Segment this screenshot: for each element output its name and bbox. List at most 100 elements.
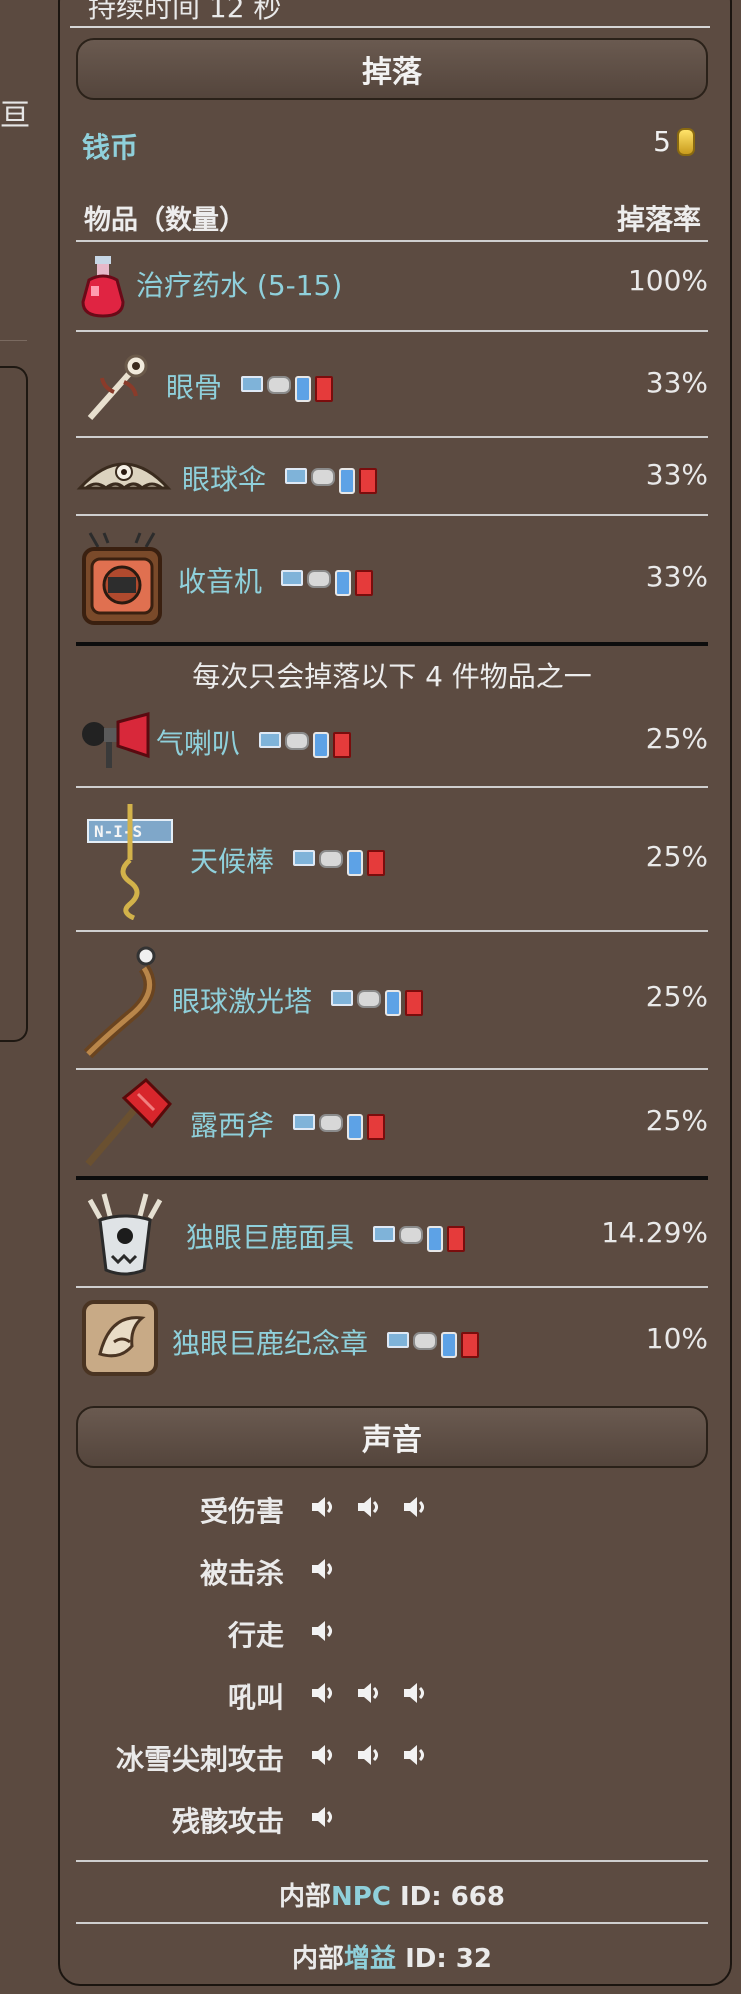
item-name-with-badges[interactable]: 气喇叭 [156, 722, 351, 762]
item-name-with-badges[interactable]: 收音机 [178, 560, 373, 600]
drop-rate: 25% [645, 1104, 708, 1137]
desktop-platform-icon [292, 1114, 315, 1130]
3ds-platform-icon [332, 732, 351, 758]
group-divider [76, 642, 708, 646]
console-platform-icon [412, 1332, 437, 1350]
speaker-play-icon[interactable] [400, 1740, 430, 1770]
sound-buttons [308, 1740, 430, 1770]
speaker-play-icon[interactable] [308, 1616, 338, 1646]
speaker-play-icon[interactable] [308, 1802, 338, 1832]
drop-row-radio[interactable]: 收音机 33% [76, 516, 708, 640]
item-name[interactable]: 露西斧 [190, 1109, 274, 1142]
drop-row-lucy-axe[interactable]: 露西斧 25% [76, 1070, 708, 1176]
footer-label: 内部 [292, 1944, 345, 1974]
coins-amount: 5 [653, 125, 671, 158]
speaker-play-icon[interactable] [308, 1740, 338, 1770]
3ds-platform-icon [404, 990, 423, 1016]
svg-text:N-I-S: N-I-S [94, 822, 142, 841]
console-platform-icon [318, 1114, 343, 1132]
item-name[interactable]: 独眼巨鹿面具 [186, 1221, 354, 1254]
drop-row-healing-potion[interactable]: 治疗药水 (5-15) 100% [76, 244, 708, 330]
item-name[interactable]: 眼球激光塔 [172, 985, 312, 1018]
drop-row-eye-laser-tower[interactable]: 眼球激光塔 25% [76, 932, 708, 1068]
mobile-platform-icon [426, 1226, 443, 1252]
item-name-with-badges[interactable]: 眼球伞 [182, 458, 377, 498]
platform-badges [330, 990, 423, 1016]
drop-row-deerclops-mask[interactable]: 独眼巨鹿面具 14.29% [76, 1182, 708, 1286]
footer-accent: 增益 [344, 1944, 397, 1974]
desktop-platform-icon [284, 468, 307, 484]
header-divider [76, 240, 708, 242]
mobile-platform-icon [334, 570, 351, 596]
drop-rate: 10% [645, 1322, 708, 1355]
mobile-platform-icon [346, 850, 363, 876]
eye-bone-icon [82, 342, 162, 426]
column-header-rate: 掉落率 [616, 203, 701, 236]
3ds-platform-icon [314, 376, 333, 402]
desktop-platform-icon [280, 570, 303, 586]
speaker-play-icon[interactable] [308, 1492, 338, 1522]
background-divider [0, 340, 27, 341]
mobile-platform-icon [440, 1332, 457, 1358]
drop-row-air-horn[interactable]: 气喇叭 25% [76, 700, 708, 784]
radio-icon [76, 526, 168, 632]
speaker-play-icon[interactable] [354, 1678, 384, 1708]
drop-row-weather-vane[interactable]: N-I-S 天候棒 25% [76, 788, 708, 930]
coins-label: 钱币 [82, 131, 139, 164]
item-name-with-badges[interactable]: 独眼巨鹿面具 [186, 1216, 465, 1256]
air-horn-icon [78, 708, 154, 776]
console-platform-icon [310, 468, 335, 486]
item-name-with-badges[interactable]: 眼球激光塔 [172, 980, 423, 1020]
item-name-with-badges[interactable]: 独眼巨鹿纪念章 [172, 1322, 479, 1362]
desktop-platform-icon [372, 1226, 395, 1242]
mobile-platform-icon [312, 732, 329, 758]
console-platform-icon [356, 990, 381, 1008]
sound-label: 残骸攻击 [171, 1805, 284, 1838]
gold-coin-icon [677, 127, 695, 156]
deerclops-trophy-icon [80, 1294, 166, 1380]
item-name[interactable]: 天候棒 [190, 845, 274, 878]
item-name-with-badges[interactable]: 眼骨 [166, 366, 333, 406]
drop-row-eye-bone[interactable]: 眼骨 33% [76, 332, 708, 436]
platform-badges [258, 732, 351, 758]
speaker-play-icon[interactable] [354, 1740, 384, 1770]
column-header-item: 物品（数量） [84, 205, 246, 236]
sound-buttons [308, 1492, 430, 1522]
item-name[interactable]: 独眼巨鹿纪念章 [172, 1327, 368, 1360]
mobile-platform-icon [384, 990, 401, 1016]
speaker-play-icon[interactable] [400, 1678, 430, 1708]
sound-row-debris: 残骸攻击 [76, 1794, 708, 1844]
drop-row-deerclops-trophy[interactable]: 独眼巨鹿纪念章 10% [76, 1288, 708, 1388]
sound-label: 被击杀 [199, 1557, 284, 1590]
sound-row-roar: 吼叫 [76, 1670, 708, 1720]
item-name[interactable]: 眼骨 [166, 371, 222, 404]
item-name[interactable]: 收音机 [178, 565, 262, 598]
sounds-section-header[interactable]: 声音 [76, 1406, 708, 1468]
group-divider [76, 1176, 708, 1180]
eye-laser-tower-icon [80, 942, 168, 1060]
item-name[interactable]: 气喇叭 [156, 727, 240, 760]
footer-label: 内部 [279, 1882, 332, 1912]
item-name[interactable]: 治疗药水 (5-15) [136, 264, 342, 304]
footer-divider [76, 1860, 708, 1862]
drop-rate: 14.29% [601, 1216, 708, 1249]
item-name-with-badges[interactable]: 天候棒 [190, 840, 385, 880]
desktop-platform-icon [330, 990, 353, 1006]
speaker-play-icon[interactable] [354, 1492, 384, 1522]
coins-value: 5 [653, 125, 695, 158]
mobile-platform-icon [346, 1114, 363, 1140]
sound-buttons [308, 1616, 338, 1646]
drop-rate: 25% [645, 722, 708, 755]
sound-buttons [308, 1554, 338, 1584]
speaker-play-icon[interactable] [400, 1492, 430, 1522]
speaker-play-icon[interactable] [308, 1554, 338, 1584]
desktop-platform-icon [386, 1332, 409, 1348]
drop-row-eyeball-umbrella[interactable]: 眼球伞 33% [76, 438, 708, 514]
footer-value: ID: 668 [390, 1882, 505, 1912]
speaker-play-icon[interactable] [308, 1678, 338, 1708]
drops-section-header[interactable]: 掉落 [76, 38, 708, 100]
item-name[interactable]: 眼球伞 [182, 463, 266, 496]
item-name-with-badges[interactable]: 露西斧 [190, 1104, 385, 1144]
platform-badges [292, 850, 385, 876]
sound-buttons [308, 1802, 338, 1832]
